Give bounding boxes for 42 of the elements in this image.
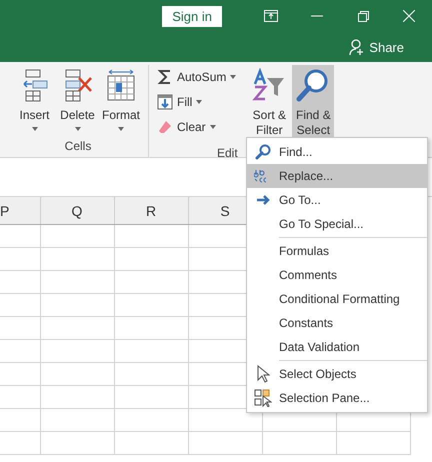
menu-item[interactable]: Data Validation bbox=[247, 335, 427, 359]
ribbon-button[interactable]: Format bbox=[100, 65, 142, 139]
selection-pane-icon bbox=[254, 389, 272, 407]
fill-down-icon bbox=[157, 94, 173, 110]
pointer-icon bbox=[256, 365, 270, 383]
share-button[interactable]: Share bbox=[343, 38, 410, 56]
group-label: Cells bbox=[64, 139, 92, 155]
minimize-icon[interactable] bbox=[311, 15, 323, 17]
ribbon-button[interactable]: Clear bbox=[155, 115, 238, 138]
search-icon bbox=[255, 144, 271, 160]
caret-icon bbox=[196, 100, 202, 104]
ribbon-button[interactable]: AutoSum bbox=[155, 65, 238, 88]
menu-item[interactable]: Comments bbox=[247, 263, 427, 287]
caret-icon bbox=[32, 127, 38, 131]
sort-filter-icon bbox=[252, 68, 286, 102]
ribbon-button[interactable]: Fill bbox=[155, 90, 238, 113]
sigma-icon bbox=[157, 68, 173, 84]
group-label: Edit bbox=[217, 146, 238, 160]
menu-item[interactable]: Selection Pane... bbox=[247, 386, 427, 410]
ribbon-button[interactable]: Delete bbox=[57, 65, 98, 139]
person-icon bbox=[349, 39, 366, 55]
column-header[interactable]: P bbox=[0, 197, 40, 224]
format-cells-icon bbox=[106, 68, 136, 102]
caret-icon bbox=[118, 127, 124, 131]
caret-icon bbox=[210, 124, 216, 128]
column-header[interactable]: Q bbox=[40, 197, 114, 224]
menu-item[interactable]: Select Objects bbox=[247, 362, 427, 386]
restore-icon[interactable] bbox=[358, 10, 368, 22]
menu-item[interactable]: Constants bbox=[247, 311, 427, 335]
ribbon-display-icon[interactable] bbox=[264, 10, 278, 22]
right-arrow-icon bbox=[255, 194, 271, 206]
menu-item[interactable]: Formulas bbox=[247, 239, 427, 263]
caret-icon bbox=[74, 127, 80, 131]
ribbon-button[interactable]: Insert bbox=[14, 65, 55, 139]
menu-item[interactable]: Conditional Formatting bbox=[247, 287, 427, 311]
sign-in-button[interactable]: Sign in bbox=[162, 6, 222, 26]
caret-icon bbox=[230, 74, 236, 78]
menu-item[interactable]: Replace... bbox=[247, 164, 427, 188]
eraser-icon bbox=[157, 118, 173, 134]
column-header[interactable]: R bbox=[114, 197, 188, 224]
close-icon[interactable] bbox=[403, 10, 415, 22]
magnifier-icon bbox=[296, 68, 330, 102]
